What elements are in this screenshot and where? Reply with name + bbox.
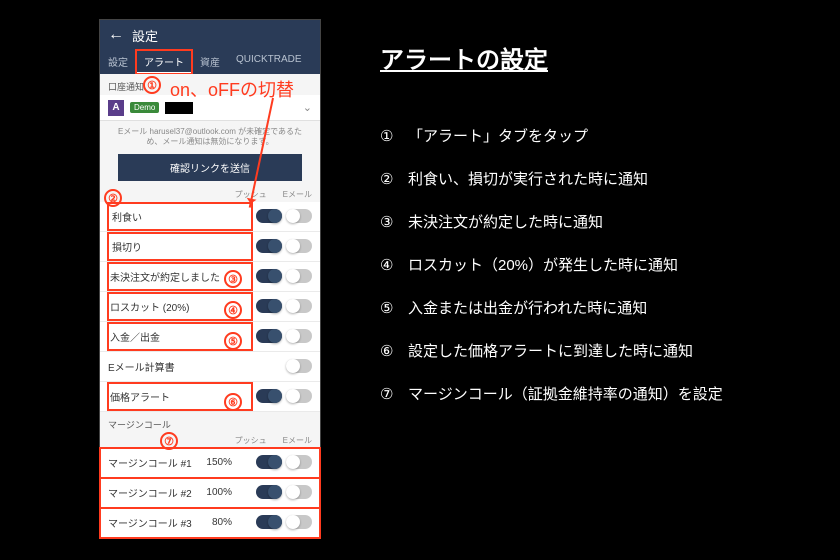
col-email-2: Eメール (283, 435, 312, 446)
account-provider-icon: A (108, 100, 124, 116)
callout-circle-7: ⑦ (160, 432, 178, 450)
step-3: ③未決注文が約定した時に通知 (380, 211, 810, 232)
explain-title: アラートの設定 (380, 40, 810, 75)
row-pricealert-email-toggle[interactable] (286, 389, 312, 403)
toggle-note: on、oFFの切替 (170, 76, 294, 102)
row-stoploss-email-toggle[interactable] (286, 239, 312, 253)
account-number-redacted (165, 102, 193, 114)
row-mc3-pct: 80% (212, 517, 232, 528)
col-email: Eメール (283, 189, 312, 200)
callout-circle-4: ④ (224, 301, 242, 319)
callout-circle-1: ① (143, 76, 161, 94)
row-deposit-push-toggle[interactable] (256, 329, 282, 343)
demo-badge: Demo (130, 102, 159, 113)
tab-quicktrade[interactable]: QUICKTRADE (228, 50, 310, 74)
col-push-2: プッシュ (235, 435, 267, 446)
row-mc3-push-toggle[interactable] (256, 515, 282, 529)
row-deposit-email-toggle[interactable] (286, 329, 312, 343)
row-mc1-push-toggle[interactable] (256, 455, 282, 469)
row-emailreport-label: Eメール計算書 (108, 359, 252, 374)
section-margin-label: マージンコール (100, 412, 320, 433)
row-stoploss-push-toggle[interactable] (256, 239, 282, 253)
row-mc2-pct: 100% (206, 487, 232, 498)
column-headers-2: プッシュ Eメール (100, 433, 320, 448)
row-pending-email-toggle[interactable] (286, 269, 312, 283)
row-takeprofit-label: 利食い (108, 203, 252, 230)
step-5: ⑤入金または出金が行われた時に通知 (380, 297, 810, 318)
row-mc1-pct: 150% (206, 457, 232, 468)
row-pricealert-push-toggle[interactable] (256, 389, 282, 403)
tab-assets[interactable]: 資産 (192, 50, 228, 74)
row-takeprofit-email-toggle[interactable] (286, 209, 312, 223)
row-mc1-email-toggle[interactable] (286, 455, 312, 469)
row-deposit: 入金／出金 (100, 322, 320, 352)
row-pending: 未決注文が約定しました (100, 262, 320, 292)
row-emailreport: Eメール計算書 (100, 352, 320, 382)
row-mc1-label: マージンコール #1 (108, 455, 206, 470)
tab-alerts[interactable]: アラート (136, 50, 192, 74)
row-emailreport-email-toggle[interactable] (286, 359, 312, 373)
row-pending-push-toggle[interactable] (256, 269, 282, 283)
callout-circle-2: ② (104, 189, 122, 207)
app-tabs: 設定 アラート 資産 QUICKTRADE (100, 50, 320, 74)
explain-steps: ①「アラート」タブをタップ ②利食い、損切が実行された時に通知 ③未決注文が約定… (380, 125, 810, 404)
explanation-panel: アラートの設定 ①「アラート」タブをタップ ②利食い、損切が実行された時に通知 … (320, 0, 840, 560)
row-takeprofit-push-toggle[interactable] (256, 209, 282, 223)
callout-circle-5: ⑤ (224, 332, 242, 350)
row-margincall-3: マージンコール #3 80% (100, 508, 320, 538)
row-mc3-label: マージンコール #3 (108, 515, 212, 530)
step-7: ⑦マージンコール（証拠金維持率の通知）を設定 (380, 383, 810, 404)
back-icon[interactable]: ← (108, 27, 124, 43)
row-margincall-2: マージンコール #2 100% (100, 478, 320, 508)
row-losscut-email-toggle[interactable] (286, 299, 312, 313)
step-2: ②利食い、損切が実行された時に通知 (380, 168, 810, 189)
row-stoploss: 損切り (100, 232, 320, 262)
row-losscut: ロスカット (20%) (100, 292, 320, 322)
tab-settings[interactable]: 設定 (100, 50, 136, 74)
row-pricealert: 価格アラート (100, 382, 320, 412)
page-title: 設定 (132, 26, 158, 45)
column-headers: プッシュ Eメール (100, 187, 320, 202)
callout-circle-6: ⑥ (224, 393, 242, 411)
row-takeprofit: 利食い (100, 202, 320, 232)
chevron-down-icon: ⌄ (303, 101, 312, 114)
row-mc2-label: マージンコール #2 (108, 485, 206, 500)
row-stoploss-label: 損切り (108, 233, 252, 260)
step-1: ①「アラート」タブをタップ (380, 125, 810, 146)
row-margincall-1: マージンコール #1 150% (100, 448, 320, 478)
row-mc2-email-toggle[interactable] (286, 485, 312, 499)
row-mc2-push-toggle[interactable] (256, 485, 282, 499)
step-4: ④ロスカット（20%）が発生した時に通知 (380, 254, 810, 275)
send-confirm-link-button[interactable]: 確認リンクを送信 (118, 154, 302, 181)
row-losscut-push-toggle[interactable] (256, 299, 282, 313)
row-mc3-email-toggle[interactable] (286, 515, 312, 529)
callout-circle-3: ③ (224, 270, 242, 288)
email-unverified-notice: Eメール harusel37@outlook.com が未確定であるため、メール… (100, 121, 320, 152)
step-6: ⑥設定した価格アラートに到達した時に通知 (380, 340, 810, 361)
app-header: ← 設定 設定 アラート 資産 QUICKTRADE (100, 20, 320, 74)
